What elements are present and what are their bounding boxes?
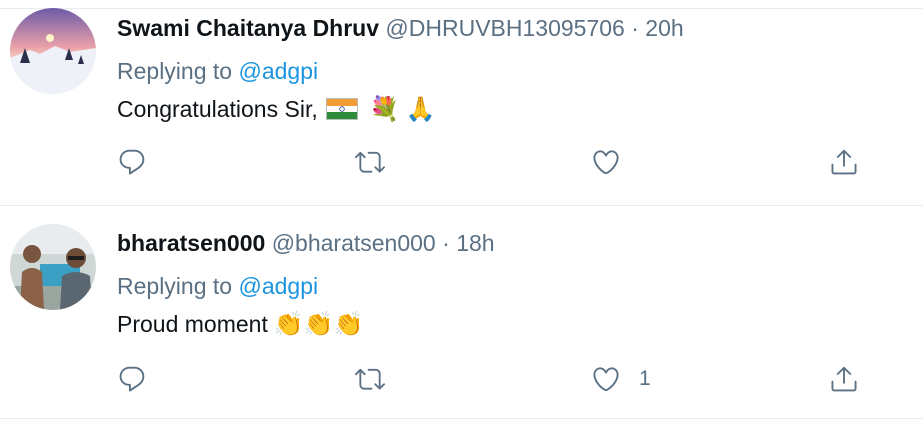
- display-name[interactable]: bharatsen000: [117, 230, 265, 256]
- tweet-actions: 1: [0, 362, 923, 402]
- replying-to: Replying to @adgpi: [117, 273, 318, 300]
- tweet-text-body: Proud moment: [117, 310, 268, 337]
- share-icon: [831, 366, 857, 392]
- reply-button[interactable]: [117, 362, 147, 396]
- timestamp[interactable]: 20h: [645, 15, 683, 41]
- replying-to: Replying to @adgpi: [117, 58, 318, 85]
- retweet-button[interactable]: [355, 145, 385, 179]
- handle[interactable]: @DHRUVBH13095706: [385, 15, 624, 41]
- tweet-2[interactable]: bharatsen000 @bharatsen000 · 18h Replyin…: [0, 206, 923, 418]
- retweet-icon: [355, 151, 385, 173]
- dot-separator: ·: [631, 15, 639, 41]
- like-button[interactable]: 1: [591, 362, 651, 396]
- share-icon: [831, 149, 857, 175]
- like-icon: [593, 150, 619, 175]
- reply-icon: [119, 366, 145, 392]
- india-flag-icon: [325, 98, 358, 120]
- reply-icon: [119, 149, 145, 175]
- dot-separator: ·: [442, 230, 450, 256]
- share-button[interactable]: [829, 362, 859, 396]
- tweet-text: Congratulations Sir, 💐 🙏: [117, 95, 436, 123]
- tweet-1[interactable]: Swami Chaitanya Dhruv @DHRUVBH13095706 ·…: [0, 8, 923, 205]
- like-count: 1: [639, 367, 651, 390]
- avatar-image: [10, 224, 96, 310]
- clapping-hands-emoji: 👏👏👏: [273, 310, 364, 338]
- tweet-header: Swami Chaitanya Dhruv @DHRUVBH13095706 ·…: [117, 15, 684, 42]
- reply-button[interactable]: [117, 145, 147, 179]
- mention-link[interactable]: @adgpi: [238, 58, 318, 84]
- share-button[interactable]: [829, 145, 859, 179]
- display-name[interactable]: Swami Chaitanya Dhruv: [117, 15, 379, 41]
- retweet-button[interactable]: [355, 362, 385, 396]
- tweet-text-body: Congratulations Sir,: [117, 95, 318, 122]
- tweet-text: Proud moment 👏👏👏: [117, 310, 364, 338]
- handle[interactable]: @bharatsen000: [272, 230, 436, 256]
- replying-prefix: Replying to: [117, 58, 233, 84]
- folded-hands-emoji: 🙏: [405, 95, 436, 123]
- like-button[interactable]: [591, 145, 639, 179]
- mention-link[interactable]: @adgpi: [238, 273, 318, 299]
- replying-prefix: Replying to: [117, 273, 233, 299]
- like-icon: [593, 367, 619, 392]
- tweet-divider: [0, 418, 923, 419]
- tweet-header: bharatsen000 @bharatsen000 · 18h: [117, 230, 495, 257]
- avatar-swami[interactable]: [10, 8, 96, 94]
- timestamp[interactable]: 18h: [456, 230, 494, 256]
- avatar-image: [10, 8, 96, 94]
- retweet-icon: [355, 368, 385, 390]
- avatar-bharatsen[interactable]: [10, 224, 96, 310]
- bouquet-emoji: 💐: [369, 95, 400, 123]
- tweet-actions: [0, 145, 923, 185]
